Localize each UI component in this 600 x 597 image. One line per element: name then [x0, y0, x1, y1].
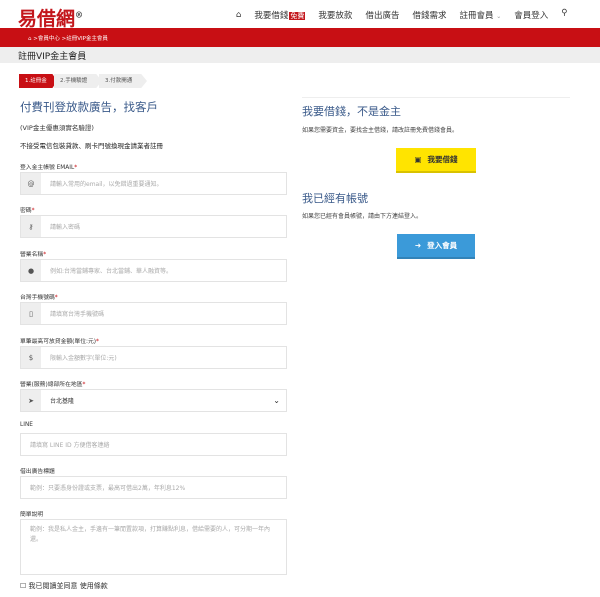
business-name-field[interactable]: ● 例如:台灣當鋪專家、台北當鋪、華人融資等。 [20, 259, 287, 282]
page-title: 註冊VIP金主會員 [0, 47, 600, 63]
user-icon: ● [21, 260, 41, 281]
selected-value: 台北基隆 [50, 398, 75, 405]
line-id-field[interactable]: 請填寫 LINE ID 方便借客連絡 [20, 433, 287, 456]
terms-text: 我已閱讀並同意 [28, 582, 78, 590]
nav-register[interactable]: 註冊會員 ⌄ [459, 9, 501, 21]
email-label: 登入金主帳號 EMAIL* [20, 165, 78, 171]
dollar-icon: $ [21, 347, 41, 368]
label-text: 登入金主帳號 EMAIL [20, 165, 75, 171]
step-1: 1.註冊金主 [19, 74, 57, 88]
login-heading: 我已經有帳號 [302, 192, 368, 205]
key-icon: ⚷ [21, 216, 41, 237]
form-heading: 付費刊登放款廣告，找客戶 [20, 100, 158, 114]
placeholder: 範例：只要憑身份證或支票，最高可借出2萬，年利息12% [30, 485, 186, 492]
step-3: 3.付款開通 [99, 74, 147, 88]
placeholder: 請輸入常用的email，以免錯過重要通知。 [50, 181, 163, 188]
breadcrumb-current: 註冊VIP金主會員 [66, 36, 108, 42]
search-icon[interactable]: ⚲ [561, 8, 567, 18]
terms-checkbox-row: ☐ 我已閱讀並同意 使用條款 [20, 581, 108, 591]
phone-label: 台灣手機號碼* [20, 295, 58, 301]
main-nav: ⌂ 我要借錢 免費 我要放款 借出廣告 借錢需求 註冊會員 ⌄ 會員登入 ⚲ [236, 8, 567, 21]
location-arrow-icon: ➤ [21, 390, 41, 411]
nav-label: 我要借錢 [254, 11, 289, 21]
breadcrumb: ⌂ >會員中心 >註冊VIP金主會員 [0, 28, 600, 47]
divider [302, 97, 570, 98]
borrow-heading: 我要借錢，不是金主 [302, 105, 401, 118]
label-text: 單筆最高可放貸金額(單位:元) [20, 339, 97, 345]
nav-lending-ads[interactable]: 借出廣告 [365, 9, 399, 21]
chevron-down-icon: ⌄ [273, 396, 280, 405]
button-label: 登入會員 [427, 241, 458, 250]
label-text: 台灣手機號碼 [20, 295, 55, 301]
step-2: 2.手機驗證 [54, 74, 102, 88]
description-label: 簡單說明 [20, 512, 44, 518]
max-amount-label: 單筆最高可放貸金額(單位:元)* [20, 339, 99, 345]
placeholder: 限輸入金額數字(單位:元) [50, 355, 117, 362]
label-text: 營業名稱 [20, 252, 44, 258]
terms-checkbox[interactable]: ☐ [20, 582, 26, 590]
password-field[interactable]: ⚷ 請輸入密碼 [20, 215, 287, 238]
nav-lend[interactable]: 我要放款 [318, 9, 352, 21]
placeholder: 請填寫 LINE ID 方便借客連絡 [30, 442, 110, 449]
logo-text: 易借網 [18, 8, 76, 30]
borrow-text: 如果您需要資金，要找金主借錢，請改註冊免費借錢會員。 [302, 127, 459, 134]
placeholder: 請填寫台灣手機號碼 [50, 311, 105, 318]
step-indicator: 1.註冊金主 2.手機驗證 3.付款開通 [19, 74, 147, 88]
sign-in-icon: ➜ [414, 241, 422, 250]
region-select[interactable]: ➤ 台北基隆 ⌄ [20, 389, 287, 412]
nav-borrow-requests[interactable]: 借錢需求 [412, 9, 446, 21]
form-subheading: (VIP金主優惠須實名驗證) [20, 124, 94, 132]
free-badge: 免費 [289, 12, 306, 20]
ad-title-field[interactable]: 範例：只要憑身份證或支票，最高可借出2萬，年利息12% [20, 476, 287, 499]
description-textarea[interactable]: 範例：我是私人金主，手邊有一筆閒置款項，打算賺點利息，借給需要的人，可分期一年內… [20, 519, 287, 575]
placeholder: 例如:台灣當鋪專家、台北當鋪、華人融資等。 [50, 268, 173, 275]
email-field[interactable]: @ 請輸入常用的email，以免錯過重要通知。 [20, 172, 287, 195]
placeholder: 範例：我是私人金主，手邊有一筆閒置款項，打算賺點利息，借給需要的人，可分期一年內… [30, 526, 271, 543]
region-label: 營業(服務)總部所在地區* [20, 382, 86, 388]
home-icon[interactable]: ⌂ [236, 10, 241, 20]
placeholder: 請輸入密碼 [50, 224, 81, 231]
home-icon[interactable]: ⌂ [28, 36, 32, 42]
button-label: 我要借錢 [427, 155, 458, 164]
registered-mark: ® [75, 9, 84, 20]
mobile-icon: ▯ [21, 303, 41, 324]
max-amount-field[interactable]: $ 限輸入金額數字(單位:元) [20, 346, 287, 369]
line-label: LINE [20, 422, 33, 428]
nav-borrow[interactable]: 我要借錢 免費 [254, 9, 306, 21]
borrow-button[interactable]: ▣ 我要借錢 [396, 148, 476, 173]
money-icon: ▣ [414, 155, 422, 164]
nav-login[interactable]: 會員登入 [514, 9, 548, 21]
business-name-label: 營業名稱* [20, 252, 47, 258]
login-text: 如果您已經有會員帳號，請由下方連結登入。 [302, 213, 423, 220]
site-logo[interactable]: 易借網® [18, 4, 83, 31]
label-text: 密碼 [20, 208, 32, 214]
at-icon: @ [21, 173, 41, 194]
label-text: 營業(服務)總部所在地區 [20, 382, 83, 388]
chevron-down-icon: ⌄ [496, 13, 502, 20]
password-label: 密碼* [20, 208, 35, 214]
login-button[interactable]: ➜ 登入會員 [397, 234, 475, 259]
ad-title-label: 借出廣告標題 [20, 469, 55, 475]
nav-label: 註冊會員 [459, 11, 494, 21]
breadcrumb-member-center[interactable]: 會員中心 [38, 36, 60, 42]
form-notice: 不接受電信包裝貸款、刷卡門號換現金請業者註冊 [20, 142, 163, 150]
phone-field[interactable]: ▯ 請填寫台灣手機號碼 [20, 302, 287, 325]
terms-link[interactable]: 使用條款 [80, 582, 108, 590]
